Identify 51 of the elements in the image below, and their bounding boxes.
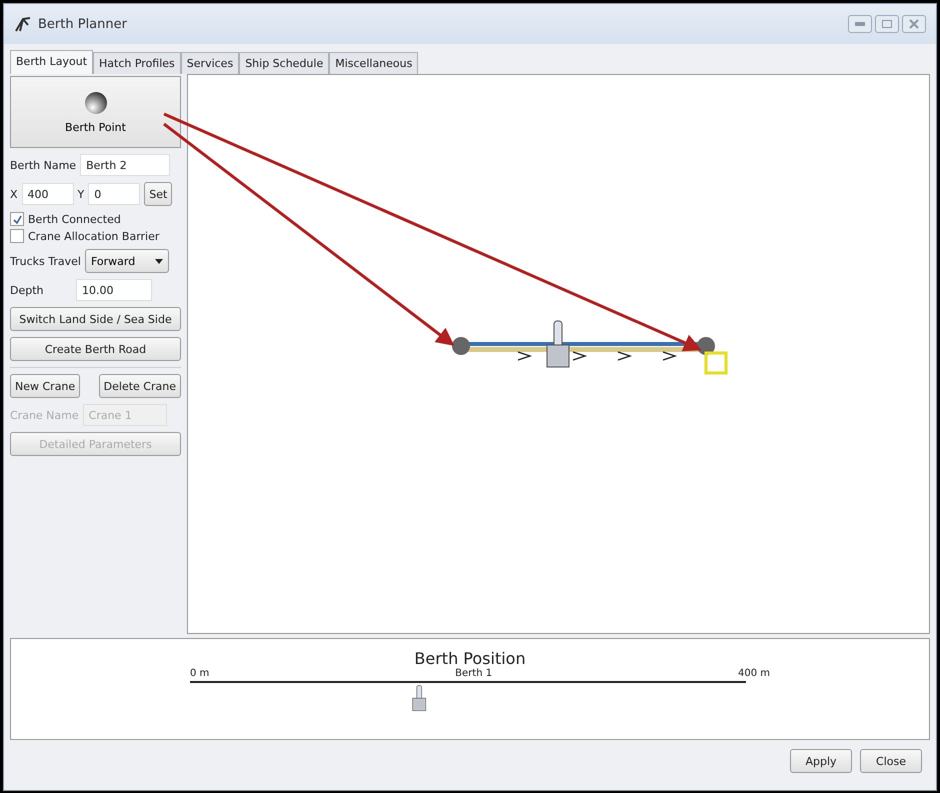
field-label: X: [10, 188, 18, 200]
selection-handle[interactable]: [704, 352, 728, 374]
delete-crane-button[interactable]: Delete Crane: [98, 374, 181, 398]
field-label: Crane Name: [10, 408, 79, 422]
close-icon: [909, 19, 919, 29]
window-title: Berth Planner: [38, 16, 127, 32]
tab[interactable]: Miscellaneous: [329, 52, 418, 74]
crane-marker-icon: [412, 685, 426, 712]
set-button[interactable]: Set: [144, 182, 172, 206]
dialog-button[interactable]: Apply: [790, 749, 852, 773]
switch-side-button[interactable]: Switch Land Side / Sea Side: [10, 307, 181, 331]
direction-chevron-icon: [662, 351, 678, 361]
maximize-icon: [882, 20, 892, 28]
close-button[interactable]: [902, 15, 926, 33]
x-field[interactable]: 400: [22, 183, 74, 205]
berth-point-button[interactable]: Berth Point: [10, 76, 181, 148]
field-label: Y: [78, 188, 84, 200]
ruler-end-label: 400 m: [738, 668, 770, 679]
checkbox[interactable]: [10, 229, 24, 243]
checkbox-label: Berth Connected: [28, 212, 121, 226]
checkbox[interactable]: [10, 212, 24, 226]
sphere-icon: [84, 90, 108, 114]
dialog-button[interactable]: Close: [860, 749, 922, 773]
berth-label: Berth 1: [455, 668, 492, 679]
field-label: Berth Name: [10, 158, 76, 172]
berth-endpoint[interactable]: [697, 337, 715, 355]
new-crane-button[interactable]: New Crane: [10, 374, 80, 398]
create-road-button[interactable]: Create Berth Road: [10, 337, 181, 361]
maximize-button[interactable]: [875, 15, 899, 33]
minimize-icon: [855, 22, 865, 26]
tab[interactable]: Ship Schedule: [239, 52, 330, 74]
field-label: Trucks Travel: [10, 254, 81, 268]
tab[interactable]: Berth Layout: [10, 50, 94, 74]
ruler-start-label: 0 m: [190, 668, 210, 679]
field-label: Depth: [10, 284, 45, 296]
direction-chevron-icon: [618, 351, 632, 361]
tab[interactable]: Hatch Profiles: [93, 52, 181, 74]
minimize-button[interactable]: [848, 15, 872, 33]
crane-drawing[interactable]: [546, 320, 570, 368]
y-field[interactable]: 0: [88, 183, 140, 205]
dropdown-caret-icon: [154, 258, 163, 264]
tab[interactable]: Services: [180, 52, 240, 74]
direction-chevron-icon: [518, 351, 532, 361]
berth-name-field[interactable]: Berth 2: [80, 154, 170, 176]
checkbox-label: Crane Allocation Barrier: [28, 230, 160, 242]
depth-field[interactable]: 10.00: [76, 279, 152, 301]
berth-endpoint[interactable]: [452, 337, 470, 355]
direction-chevron-icon: [572, 351, 588, 361]
trucks-travel-dropdown[interactable]: Forward: [84, 249, 169, 273]
app-logo-icon: [14, 16, 32, 32]
berth-position-title: Berth Position: [414, 649, 526, 668]
